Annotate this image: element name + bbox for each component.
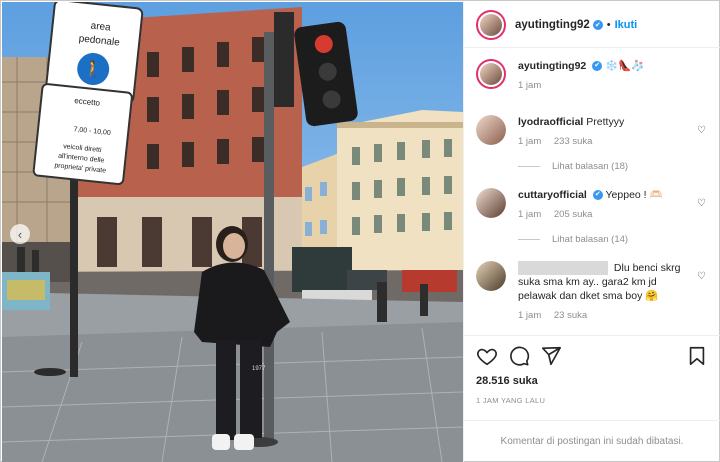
view-replies[interactable]: Lihat balasan (18) bbox=[518, 161, 708, 172]
comment-time: 1 jam bbox=[518, 209, 542, 220]
comment-likes[interactable]: 233 suka bbox=[554, 136, 593, 147]
heart-icon[interactable]: ♡ bbox=[697, 198, 706, 209]
caption-time: 1 jam bbox=[518, 80, 542, 91]
post-header: ayutingting92 ✔ • Ikuti bbox=[464, 2, 720, 48]
verified-icon: ✔ bbox=[592, 19, 603, 30]
avatar[interactable] bbox=[476, 59, 506, 89]
comment-item: Dlu benci skrg suka sma km ay.. gara2 km… bbox=[476, 261, 708, 323]
likes-count[interactable]: 28.516 suka bbox=[476, 375, 538, 387]
comment-time: 1 jam bbox=[518, 310, 542, 322]
post-side-panel: ayutingting92 ✔ • Ikuti ayutingting92 ✔ … bbox=[463, 2, 720, 462]
view-replies[interactable]: Lihat balasan (14) bbox=[518, 234, 708, 245]
verified-icon: ✔ bbox=[592, 190, 603, 201]
svg-text:🚶: 🚶 bbox=[82, 59, 104, 80]
comment-username[interactable]: cuttaryofficial bbox=[518, 189, 587, 201]
post-photo[interactable]: area pedonale 🚶 eccetto 7,00 - 10,00 vei… bbox=[2, 2, 463, 462]
caption: ayutingting92 ✔ ❄️👠🧦 1 jam bbox=[476, 59, 708, 93]
comment-likes[interactable]: 205 suka bbox=[554, 209, 593, 220]
comment-username[interactable]: lyodraofficial bbox=[518, 116, 583, 128]
caption-text: ❄️👠🧦 bbox=[605, 60, 645, 72]
comments-list: ayutingting92 ✔ ❄️👠🧦 1 jam lyodraofficia… bbox=[464, 49, 720, 334]
svg-text:area: area bbox=[90, 21, 111, 34]
avatar[interactable] bbox=[476, 261, 506, 291]
follow-button[interactable]: Ikuti bbox=[615, 19, 638, 31]
post-modal: area pedonale 🚶 eccetto 7,00 - 10,00 vei… bbox=[0, 0, 720, 462]
separator-dot: • bbox=[606, 18, 611, 31]
view-replies-label[interactable]: Lihat balasan (18) bbox=[552, 161, 628, 172]
action-bar bbox=[464, 335, 720, 375]
comment-text: Yeppeo ! 🫶🏻 bbox=[605, 189, 663, 201]
photo-illustration: area pedonale 🚶 eccetto 7,00 - 10,00 vei… bbox=[2, 2, 463, 462]
avatar[interactable] bbox=[476, 188, 506, 218]
caption-username[interactable]: ayutingting92 bbox=[518, 60, 586, 72]
svg-text:1977: 1977 bbox=[252, 366, 266, 372]
comment-item: cuttaryofficial ✔ Yeppeo ! 🫶🏻 1 jam 205 … bbox=[476, 188, 708, 222]
carousel-prev-icon[interactable]: ‹ bbox=[10, 224, 30, 244]
author-username[interactable]: ayutingting92 bbox=[515, 19, 590, 31]
comment-time: 1 jam bbox=[518, 136, 542, 147]
heart-icon[interactable]: ♡ bbox=[697, 271, 706, 282]
share-icon[interactable] bbox=[540, 345, 562, 367]
comment-text: Prettyyy bbox=[586, 116, 625, 128]
comment-icon[interactable] bbox=[508, 345, 530, 367]
avatar[interactable] bbox=[476, 9, 506, 40]
verified-icon: ✔ bbox=[592, 61, 603, 72]
view-replies-label[interactable]: Lihat balasan (14) bbox=[552, 234, 628, 245]
post-timestamp[interactable]: 1 JAM YANG LALU bbox=[476, 396, 545, 405]
blurred-username bbox=[518, 261, 608, 276]
comments-closed-notice: Komentar di postingan ini sudah dibatasi… bbox=[464, 420, 720, 462]
comment-item: lyodraofficial Prettyyy 1 jam 233 suka ♡ bbox=[476, 115, 708, 149]
comment-likes[interactable]: 23 suka bbox=[554, 310, 587, 321]
bookmark-icon[interactable] bbox=[686, 345, 708, 367]
heart-icon[interactable] bbox=[476, 345, 498, 367]
heart-icon[interactable]: ♡ bbox=[697, 125, 706, 136]
avatar[interactable] bbox=[476, 115, 506, 145]
